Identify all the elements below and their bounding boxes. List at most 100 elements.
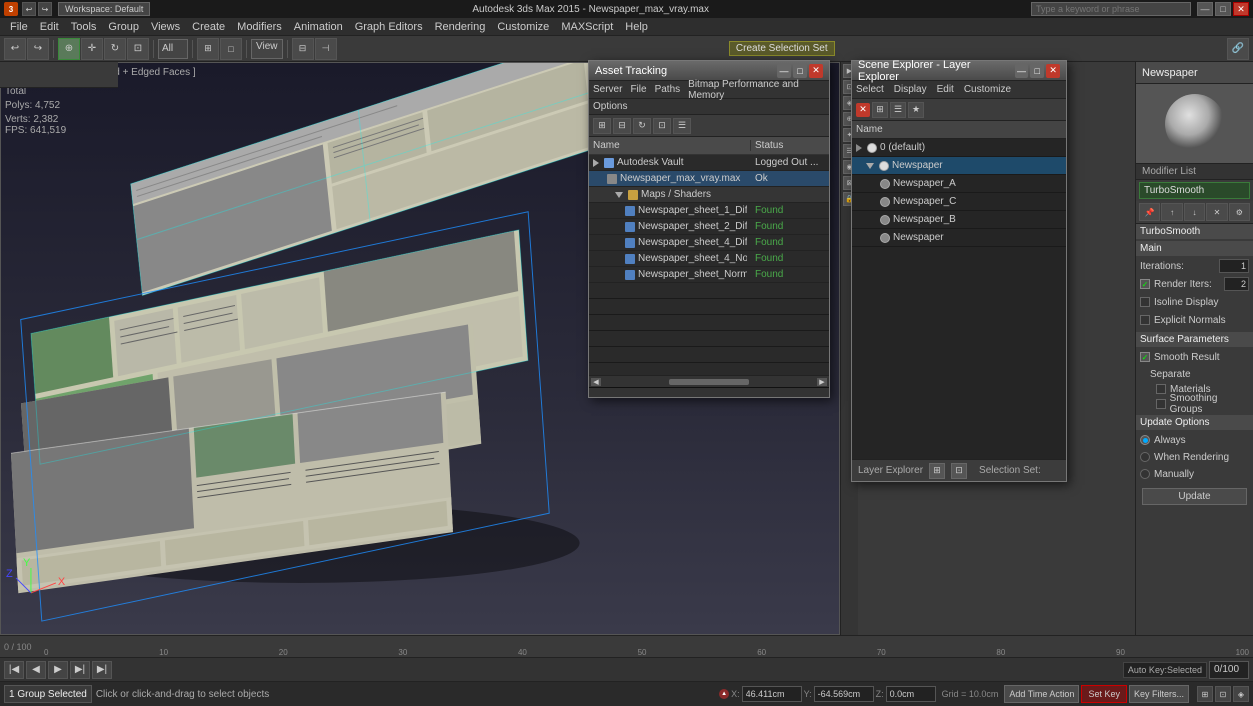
at-menu-bitmap[interactable]: Bitmap Performance and Memory <box>688 79 825 101</box>
le-row-newspaper-obj[interactable]: Newspaper <box>852 229 1066 247</box>
le-icon-btn-2[interactable]: ⊡ <box>951 463 967 479</box>
at-row-maps-folder[interactable]: Maps / Shaders <box>589 187 829 203</box>
smoothing-groups-checkbox[interactable] <box>1156 399 1166 409</box>
rotate-btn[interactable]: ↻ <box>104 38 126 60</box>
modifier-item-turbosmooth[interactable]: TurboSmooth <box>1139 182 1250 199</box>
le-maximize[interactable]: □ <box>1030 64 1044 78</box>
toolbar-region-btn[interactable]: ⊞ <box>197 38 219 60</box>
z-coord[interactable] <box>886 686 936 702</box>
at-thumb[interactable] <box>669 379 749 385</box>
at-tool-3[interactable]: ↻ <box>633 118 651 134</box>
menu-create[interactable]: Create <box>186 18 231 36</box>
asset-tracking-minimize[interactable]: — <box>777 64 791 78</box>
scale-btn[interactable]: ⊡ <box>127 38 149 60</box>
menu-tools[interactable]: Tools <box>65 18 103 36</box>
iterations-input[interactable] <box>1219 259 1249 273</box>
update-button[interactable]: Update <box>1142 488 1247 505</box>
at-tool-4[interactable]: ⊡ <box>653 118 671 134</box>
le-row-newspaper-c[interactable]: Newspaper_C <box>852 193 1066 211</box>
asset-tracking-close[interactable]: ✕ <box>809 64 823 78</box>
select-filter[interactable]: All <box>158 39 188 59</box>
menu-maxscript[interactable]: MAXScript <box>555 18 619 36</box>
play-btn[interactable]: ▶ <box>48 661 68 679</box>
menu-file[interactable]: File <box>4 18 34 36</box>
render-iters-checkbox[interactable]: ✓ <box>1140 279 1150 289</box>
at-row-sheet4[interactable]: Newspaper_sheet_4_Normal.png Found <box>589 251 829 267</box>
x-coord[interactable] <box>742 686 802 702</box>
asset-tracking-maximize[interactable]: □ <box>793 64 807 78</box>
at-menu-options[interactable]: Options <box>593 101 627 112</box>
pb-icon-3[interactable]: ◈ <box>1233 686 1249 702</box>
menu-help[interactable]: Help <box>619 18 654 36</box>
toolbar-redo-btn[interactable]: ↪ <box>27 38 49 60</box>
at-row-sheet5[interactable]: Newspaper_sheet_Normal.png Found <box>589 267 829 283</box>
redo-icon[interactable]: ↪ <box>38 2 52 16</box>
set-key-btn[interactable]: Set Key <box>1081 685 1127 703</box>
view-selector[interactable]: View <box>251 39 283 59</box>
le-menu-display[interactable]: Display <box>894 84 927 95</box>
at-menu-server[interactable]: Server <box>593 84 622 95</box>
at-row-max-file[interactable]: Newspaper_max_vray.max Ok <box>589 171 829 187</box>
at-menu-file[interactable]: File <box>630 84 646 95</box>
maximize-button[interactable]: □ <box>1215 2 1231 16</box>
at-tool-5[interactable]: ☰ <box>673 118 691 134</box>
move-down-btn[interactable]: ↓ <box>1184 203 1205 221</box>
undo-icon[interactable]: ↩ <box>22 2 36 16</box>
manually-radio[interactable] <box>1140 469 1150 479</box>
le-menu-select[interactable]: Select <box>856 84 884 95</box>
next-frame-btn[interactable]: ▶| <box>70 661 90 679</box>
minimize-button[interactable]: — <box>1197 2 1213 16</box>
at-menu-paths[interactable]: Paths <box>655 84 681 95</box>
menu-customize[interactable]: Customize <box>491 18 555 36</box>
toolbar-undo-btn[interactable]: ↩ <box>4 38 26 60</box>
at-scroll-right[interactable]: ▶ <box>817 378 827 386</box>
at-row-vault[interactable]: Autodesk Vault Logged Out ... <box>589 155 829 171</box>
menu-modifiers[interactable]: Modifiers <box>231 18 288 36</box>
le-row-newspaper-a[interactable]: Newspaper_A <box>852 175 1066 193</box>
explicit-normals-checkbox[interactable] <box>1140 315 1150 325</box>
menu-edit[interactable]: Edit <box>34 18 65 36</box>
menu-views[interactable]: Views <box>145 18 186 36</box>
pb-icon-2[interactable]: ⊡ <box>1215 686 1231 702</box>
move-btn[interactable]: ✛ <box>81 38 103 60</box>
at-row-sheet1[interactable]: Newspaper_sheet_1_Diffuse.png Found <box>589 203 829 219</box>
at-row-sheet3[interactable]: Newspaper_sheet_4_Diffuse.png Found <box>589 235 829 251</box>
add-time-action-btn[interactable]: Add Time Action <box>1004 685 1079 703</box>
select-object-btn[interactable]: ⊕ <box>58 38 80 60</box>
le-row-default-layer[interactable]: 0 (default) <box>852 139 1066 157</box>
selection-button[interactable]: Create Selection Set <box>729 41 835 56</box>
prev-frame-btn[interactable]: ◀ <box>26 661 46 679</box>
link-btn[interactable]: 🔗 <box>1227 38 1249 60</box>
mirror-btn[interactable]: ⊣ <box>315 38 337 60</box>
at-row-sheet2[interactable]: Newspaper_sheet_2_Diffuse.png Found <box>589 219 829 235</box>
pb-icon-1[interactable]: ⊞ <box>1197 686 1213 702</box>
le-menu-customize[interactable]: Customize <box>964 84 1011 95</box>
pin-btn[interactable]: 📌 <box>1139 203 1160 221</box>
menu-graph-editors[interactable]: Graph Editors <box>349 18 429 36</box>
play-start-btn[interactable]: |◀ <box>4 661 24 679</box>
align-btn[interactable]: ⊟ <box>292 38 314 60</box>
smooth-result-checkbox[interactable]: ✓ <box>1140 352 1150 362</box>
render-iters-input[interactable] <box>1224 277 1249 291</box>
le-tool-2[interactable]: ☰ <box>890 102 906 118</box>
timeline-track[interactable]: 0 / 100 0 10 20 30 40 50 60 70 80 90 100 <box>0 636 1253 658</box>
at-tool-1[interactable]: ⊞ <box>593 118 611 134</box>
frame-counter[interactable]: 0/100 <box>1209 661 1249 679</box>
le-x-btn[interactable]: ✕ <box>856 103 870 117</box>
y-coord[interactable] <box>814 686 874 702</box>
delete-modifier-btn[interactable]: ✕ <box>1206 203 1227 221</box>
search-input[interactable] <box>1031 2 1191 16</box>
workspace-selector[interactable]: Workspace: Default <box>58 2 150 16</box>
le-close[interactable]: ✕ <box>1046 64 1060 78</box>
le-tool-1[interactable]: ⊞ <box>872 102 888 118</box>
isoline-checkbox[interactable] <box>1140 297 1150 307</box>
configure-modifier-btn[interactable]: ⚙ <box>1229 203 1250 221</box>
at-scroll-left[interactable]: ◀ <box>591 378 601 386</box>
when-rendering-radio[interactable] <box>1140 452 1150 462</box>
le-minimize[interactable]: — <box>1015 64 1029 78</box>
materials-checkbox[interactable] <box>1156 384 1166 394</box>
at-tool-2[interactable]: ⊟ <box>613 118 631 134</box>
menu-rendering[interactable]: Rendering <box>429 18 492 36</box>
key-filters-btn[interactable]: Key Filters... <box>1129 685 1189 703</box>
play-end-btn[interactable]: ▶| <box>92 661 112 679</box>
